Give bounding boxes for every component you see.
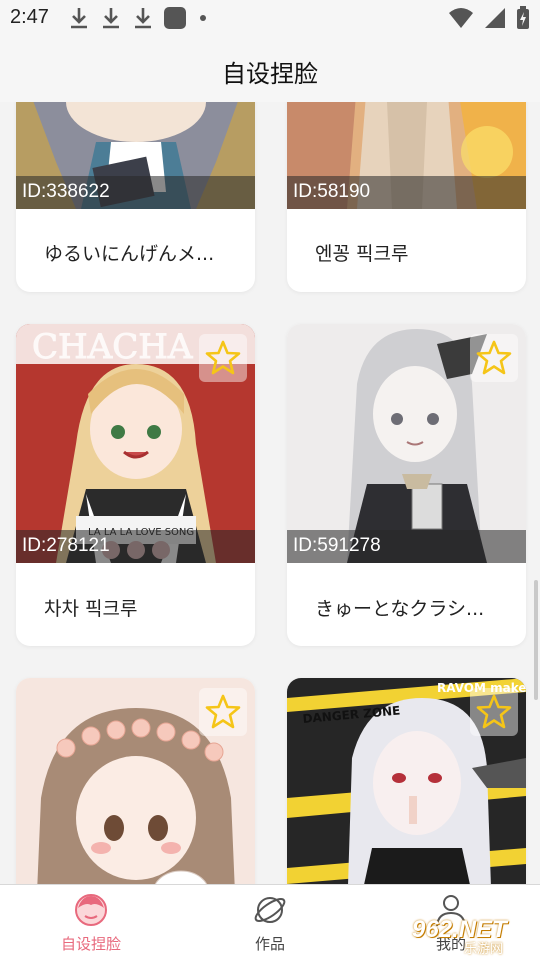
- favorite-star-button[interactable]: [470, 688, 518, 736]
- character-thumbnail[interactable]: ID:591278: [287, 324, 526, 563]
- dot-icon: [200, 15, 206, 21]
- page-title: 自设捏脸: [222, 60, 318, 88]
- svg-text:CHACHA: CHACHA: [32, 327, 193, 367]
- character-name: ゆるいにんげんメ...: [44, 243, 215, 265]
- character-id: ID:58190: [293, 181, 371, 202]
- character-name: 엔꽁 픽크루: [315, 243, 409, 265]
- id-bar: ID:338622: [16, 176, 255, 209]
- watermark-logo: 962.NET 乐游网: [404, 912, 532, 957]
- character-thumbnail[interactable]: ID:58190: [287, 102, 526, 209]
- nav-label: 作品: [254, 935, 285, 953]
- download-icon: [71, 8, 87, 29]
- app-square-icon: [164, 7, 186, 29]
- star-outline-icon: [205, 694, 241, 729]
- character-card[interactable]: ID:591278 きゅーとなクラシ...: [287, 324, 526, 646]
- nav-tab-face-maker[interactable]: 自设捏脸: [31, 893, 151, 954]
- id-bar: ID:591278: [287, 530, 526, 563]
- favorite-star-button[interactable]: [470, 334, 518, 382]
- character-thumbnail[interactable]: [16, 678, 255, 884]
- character-card[interactable]: DANGER ZONE RAVOM maker: [287, 678, 526, 884]
- app-header: 自设捏脸: [0, 36, 540, 102]
- id-bar: ID:278121: [16, 530, 255, 563]
- nav-label: 自设捏脸: [60, 935, 121, 953]
- battery-charging-icon: [517, 6, 529, 29]
- download-icon: [103, 8, 119, 29]
- favorite-star-button[interactable]: [199, 334, 247, 382]
- character-thumbnail[interactable]: DANGER ZONE RAVOM maker: [287, 678, 526, 884]
- planet-icon: [254, 897, 286, 923]
- character-thumbnail[interactable]: CHACHA LA LA LA LOVE SONG ID:2: [16, 324, 255, 563]
- character-card[interactable]: CHACHA LA LA LA LOVE SONG ID:2: [16, 324, 255, 646]
- notification-icons: [68, 6, 206, 30]
- character-thumbnail[interactable]: ID:338622: [16, 102, 255, 209]
- character-card[interactable]: ID:58190 엔꽁 픽크루: [287, 102, 526, 292]
- character-name: 차차 픽크루: [44, 598, 138, 620]
- face-icon: [75, 894, 107, 926]
- scrollbar[interactable]: [534, 580, 538, 700]
- star-outline-icon: [205, 340, 241, 375]
- favorite-star-button[interactable]: [199, 688, 247, 736]
- system-icons: [448, 6, 530, 30]
- character-card[interactable]: ID:338622 ゆるいにんげんメ...: [16, 102, 255, 292]
- download-icon: [135, 8, 151, 29]
- star-outline-icon: [476, 340, 512, 375]
- signal-icon: [485, 8, 505, 28]
- character-id: ID:591278: [293, 535, 381, 556]
- character-id: ID:338622: [22, 181, 110, 202]
- id-bar: ID:58190: [287, 176, 526, 209]
- watermark-subtext: 乐游网: [464, 942, 504, 957]
- status-bar: 2:47: [0, 0, 540, 36]
- character-grid[interactable]: ID:338622 ゆるいにんげんメ... ID:58190 엔꽁 픽크루 CH…: [0, 102, 540, 884]
- nav-tab-works[interactable]: 作品: [210, 893, 330, 954]
- status-time: 2:47: [10, 6, 49, 28]
- star-outline-icon: [476, 694, 512, 729]
- wifi-icon: [449, 8, 473, 28]
- character-card[interactable]: [16, 678, 255, 884]
- character-id: ID:278121: [22, 535, 110, 556]
- character-name: きゅーとなクラシ...: [315, 598, 485, 620]
